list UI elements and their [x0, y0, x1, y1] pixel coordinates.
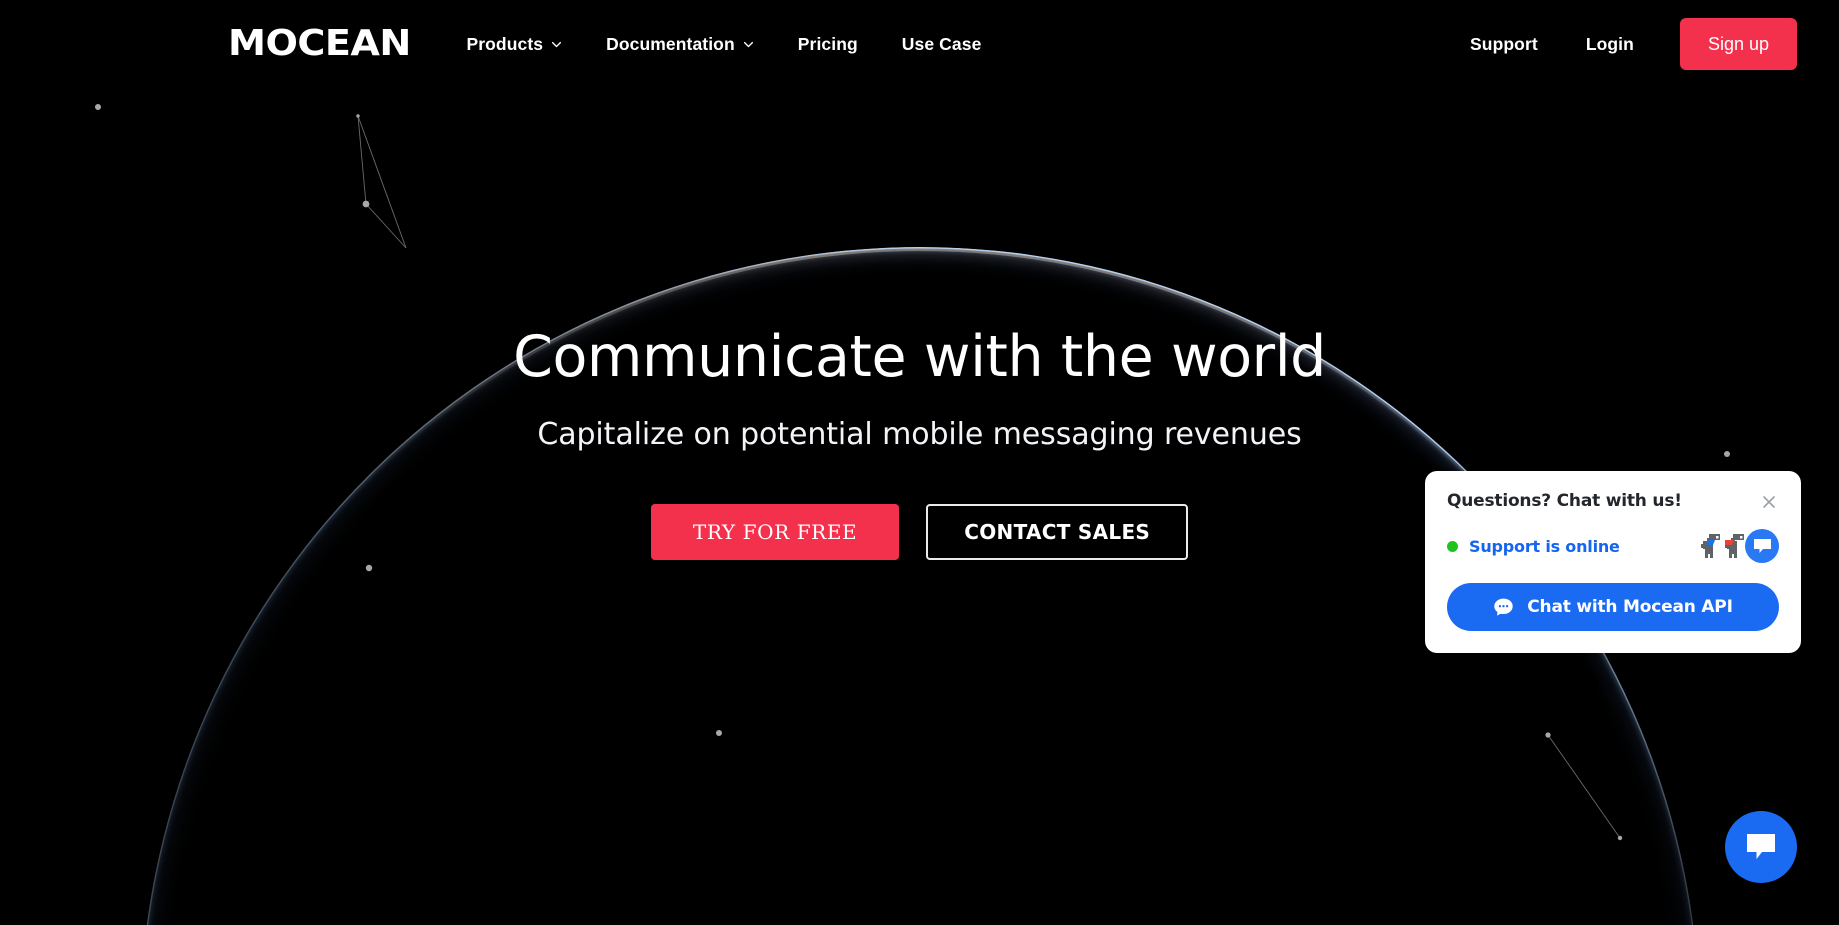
- chat-cta-label: Chat with Mocean API: [1527, 597, 1733, 617]
- signup-button[interactable]: Sign up: [1679, 18, 1797, 70]
- try-for-free-button[interactable]: TRY FOR FREE: [650, 503, 900, 560]
- support-link[interactable]: Support: [1446, 34, 1562, 55]
- nav-item-pricing[interactable]: Pricing: [776, 34, 880, 55]
- chevron-down-icon: [551, 39, 562, 50]
- contact-sales-button[interactable]: CONTACT SALES: [926, 503, 1189, 560]
- chat-widget-title: Questions? Chat with us!: [1447, 491, 1682, 511]
- chat-with-mocean-api-button[interactable]: Chat with Mocean API: [1447, 583, 1779, 631]
- nav-item-products[interactable]: Products: [444, 34, 584, 55]
- chat-status: Support is online: [1447, 537, 1620, 556]
- landing-page: MOCEAN Products Documentation Pricing Us…: [0, 0, 1839, 925]
- status-online-dot-icon: [1447, 540, 1458, 552]
- nav-item-pricing-label: Pricing: [797, 33, 858, 54]
- login-link[interactable]: Login: [1562, 34, 1658, 55]
- nav-item-documentation[interactable]: Documentation: [584, 34, 776, 55]
- chat-widget-status-row: Support is online: [1447, 529, 1779, 563]
- chat-bubble-icon: [1744, 832, 1778, 862]
- chat-bubble-avatar-icon: [1745, 529, 1779, 563]
- hero-background-earth: [0, 0, 1839, 925]
- header-actions: Support Login Sign up: [1446, 18, 1797, 70]
- nav-item-documentation-label: Documentation: [606, 33, 735, 54]
- close-icon[interactable]: [1759, 492, 1779, 512]
- agent-avatar-group: [1700, 529, 1779, 563]
- chat-widget-header: Questions? Chat with us!: [1447, 491, 1779, 512]
- status-badge: Support is online: [1469, 536, 1620, 556]
- page-title: Communicate with the world: [513, 324, 1326, 390]
- chevron-down-icon: [743, 39, 754, 50]
- chat-widget-card: Questions? Chat with us! Support is onli…: [1425, 471, 1801, 653]
- nav-item-use-case[interactable]: Use Case: [880, 34, 1004, 55]
- chat-launcher-button[interactable]: [1725, 811, 1797, 883]
- nav-item-products-label: Products: [466, 33, 544, 54]
- main-navigation: Products Documentation Pricing Use Case: [444, 34, 1003, 55]
- chat-bubble-icon: [1493, 597, 1514, 618]
- site-header: MOCEAN Products Documentation Pricing Us…: [0, 0, 1839, 88]
- nav-item-use-case-label: Use Case: [901, 33, 982, 54]
- hero-cta-group: TRY FOR FREE CONTACT SALES: [650, 503, 1189, 560]
- hero-subtitle: Capitalize on potential mobile messaging…: [537, 416, 1302, 452]
- dinosaur-blue-scarf-icon: [1698, 532, 1724, 560]
- brand-logo[interactable]: MOCEAN: [228, 26, 411, 62]
